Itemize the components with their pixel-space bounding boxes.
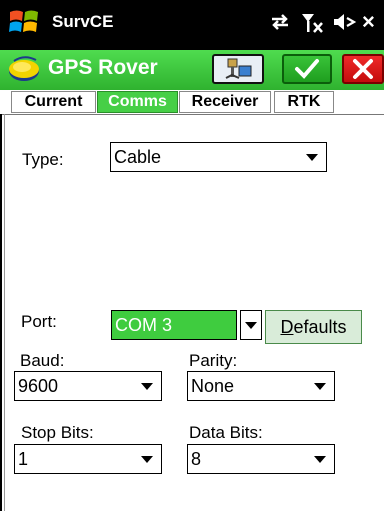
close-button[interactable]: ×: [362, 9, 375, 35]
tab-current[interactable]: Current: [11, 91, 96, 113]
volume-muted-icon[interactable]: [332, 11, 358, 33]
chevron-down-icon: [141, 456, 153, 463]
app-title: SurvCE: [52, 12, 114, 31]
page-title: GPS Rover: [48, 56, 158, 79]
stop-bits-value: 1: [18, 449, 29, 469]
port-dropdown-toggle[interactable]: [240, 310, 262, 340]
gps-rover-icon: [6, 52, 44, 86]
port-label: Port:: [21, 312, 57, 331]
chevron-down-icon: [141, 383, 153, 390]
data-bits-value: 8: [191, 449, 202, 469]
chevron-down-icon: [314, 456, 326, 463]
stop-bits-label: Stop Bits:: [21, 423, 94, 442]
type-value: Cable: [114, 147, 162, 167]
ok-button[interactable]: [282, 54, 332, 84]
chevron-down-icon: [314, 383, 326, 390]
checkmark-icon: [295, 59, 319, 79]
baud-value: 9600: [18, 376, 59, 396]
panel-border: [0, 114, 2, 511]
port-value: COM 3: [115, 315, 173, 335]
panel-border-inner: [4, 114, 5, 511]
instrument-icon: [225, 58, 252, 79]
defaults-button[interactable]: Defaults: [265, 310, 362, 344]
defaults-mnemonic: D: [280, 317, 294, 337]
tab-rtk[interactable]: RTK: [274, 91, 334, 113]
baud-label: Baud:: [20, 351, 65, 370]
windows-start-icon[interactable]: [8, 7, 40, 37]
tab-receiver[interactable]: Receiver: [179, 91, 271, 113]
port-dropdown[interactable]: COM 3: [111, 310, 237, 340]
data-bits-dropdown[interactable]: 8: [187, 444, 335, 474]
type-label: Type:: [22, 150, 64, 169]
parity-dropdown[interactable]: None: [187, 371, 335, 401]
cross-icon: [353, 59, 373, 79]
no-signal-icon[interactable]: [300, 11, 326, 35]
connectivity-icon[interactable]: [268, 12, 292, 32]
parity-value: None: [191, 376, 235, 396]
stop-bits-dropdown[interactable]: 1: [14, 444, 162, 474]
chevron-down-icon: [306, 154, 318, 161]
defaults-label: efaults: [293, 317, 347, 337]
type-dropdown[interactable]: Cable: [110, 142, 327, 172]
cancel-button[interactable]: [342, 54, 384, 84]
chevron-down-icon: [245, 322, 257, 329]
tab-comms[interactable]: Comms: [97, 91, 178, 113]
parity-label: Parity:: [189, 351, 238, 370]
instrument-button[interactable]: [212, 54, 264, 84]
baud-dropdown[interactable]: 9600: [14, 371, 162, 401]
data-bits-label: Data Bits:: [189, 423, 263, 442]
